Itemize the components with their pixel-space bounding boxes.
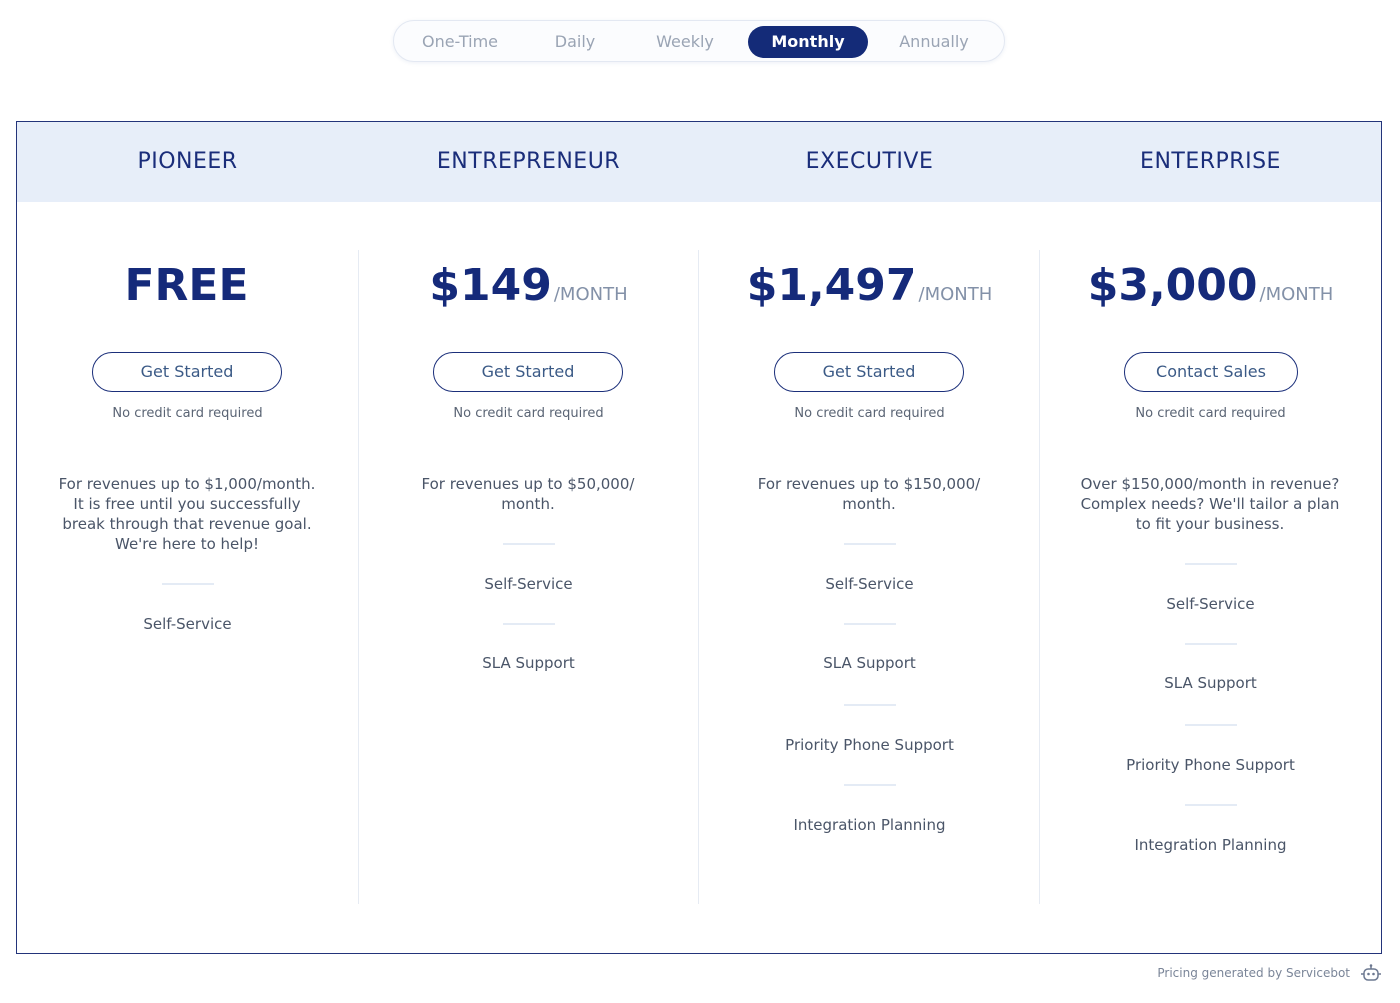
billing-period-toggle: One-Time Daily Weekly Monthly Annually	[393, 20, 1005, 62]
feature-self-service: Self-Service	[484, 575, 573, 593]
feature-integration-planning: Integration Planning	[1134, 836, 1287, 854]
feature-divider	[844, 784, 896, 786]
price-amount: $1,497	[746, 260, 917, 311]
plan-name-entrepreneur: ENTREPRENEUR	[436, 149, 621, 174]
powered-by-text[interactable]: Pricing generated by Servicebot	[1157, 966, 1350, 980]
pricing-table: PIONEER ENTREPRENEUR EXECUTIVE ENTERPRIS…	[16, 121, 1382, 954]
feature-divider	[1185, 724, 1237, 726]
pricing-header: PIONEER ENTREPRENEUR EXECUTIVE ENTERPRIS…	[17, 122, 1381, 202]
feature-divider	[1185, 643, 1237, 645]
feature-divider	[844, 704, 896, 706]
price-unit: /MONTH	[1259, 284, 1334, 305]
plan-name-pioneer: PIONEER	[137, 149, 238, 174]
plan-description: Over $150,000/month in revenue? Complex …	[1080, 475, 1340, 533]
period-option-weekly[interactable]: Weekly	[632, 26, 738, 58]
price: $3,000/MONTH	[1040, 260, 1381, 316]
price-unit: /MONTH	[918, 284, 993, 305]
plan-card-enterprise: $3,000/MONTH Contact Sales No credit car…	[1040, 202, 1381, 952]
period-option-daily[interactable]: Daily	[522, 26, 628, 58]
feature-divider	[1185, 804, 1237, 806]
feature-self-service: Self-Service	[825, 575, 914, 593]
period-option-monthly[interactable]: Monthly	[748, 26, 868, 58]
feature-sla-support: SLA Support	[482, 654, 575, 672]
feature-divider	[844, 623, 896, 625]
no-credit-card-note: No credit card required	[1135, 406, 1286, 421]
feature-sla-support: SLA Support	[823, 654, 916, 672]
price-amount: $149	[429, 260, 552, 311]
no-credit-card-note: No credit card required	[112, 406, 263, 421]
price-unit: /MONTH	[553, 284, 628, 305]
plan-name-executive: EXECUTIVE	[805, 149, 934, 174]
period-option-one-time[interactable]: One-Time	[408, 26, 512, 58]
feature-divider	[844, 543, 896, 545]
feature-self-service: Self-Service	[1166, 595, 1255, 613]
contact-sales-button[interactable]: Contact Sales	[1124, 352, 1298, 392]
price: $1,497/MONTH	[699, 260, 1040, 316]
plan-description: For revenues up to $50,000/ month.	[421, 475, 635, 513]
plan-card-executive: $1,497/MONTH Get Started No credit card …	[699, 202, 1040, 952]
feature-sla-support: SLA Support	[1164, 674, 1257, 692]
feature-self-service: Self-Service	[143, 615, 232, 633]
feature-divider	[1185, 563, 1237, 565]
price: FREE	[17, 260, 358, 316]
get-started-button[interactable]: Get Started	[433, 352, 623, 392]
plan-description: For revenues up to $150,000/ month.	[757, 475, 981, 513]
feature-priority-phone-support: Priority Phone Support	[1126, 756, 1295, 774]
no-credit-card-note: No credit card required	[794, 406, 945, 421]
feature-integration-planning: Integration Planning	[793, 816, 946, 834]
price-amount: $3,000	[1087, 260, 1258, 311]
robot-icon	[1361, 964, 1381, 981]
price-amount: FREE	[124, 260, 249, 311]
feature-divider	[503, 543, 555, 545]
feature-priority-phone-support: Priority Phone Support	[785, 736, 954, 754]
get-started-button[interactable]: Get Started	[92, 352, 282, 392]
plan-name-enterprise: ENTERPRISE	[1140, 149, 1281, 174]
feature-divider	[162, 583, 214, 585]
get-started-button[interactable]: Get Started	[774, 352, 964, 392]
plan-card-entrepreneur: $149/MONTH Get Started No credit card re…	[358, 202, 699, 952]
plan-description: For revenues up to $1,000/month. It is f…	[58, 475, 316, 553]
feature-divider	[503, 623, 555, 625]
period-option-annually[interactable]: Annually	[878, 26, 990, 58]
no-credit-card-note: No credit card required	[453, 406, 604, 421]
plan-card-pioneer: FREE Get Started No credit card required…	[17, 202, 358, 952]
price: $149/MONTH	[358, 260, 699, 316]
